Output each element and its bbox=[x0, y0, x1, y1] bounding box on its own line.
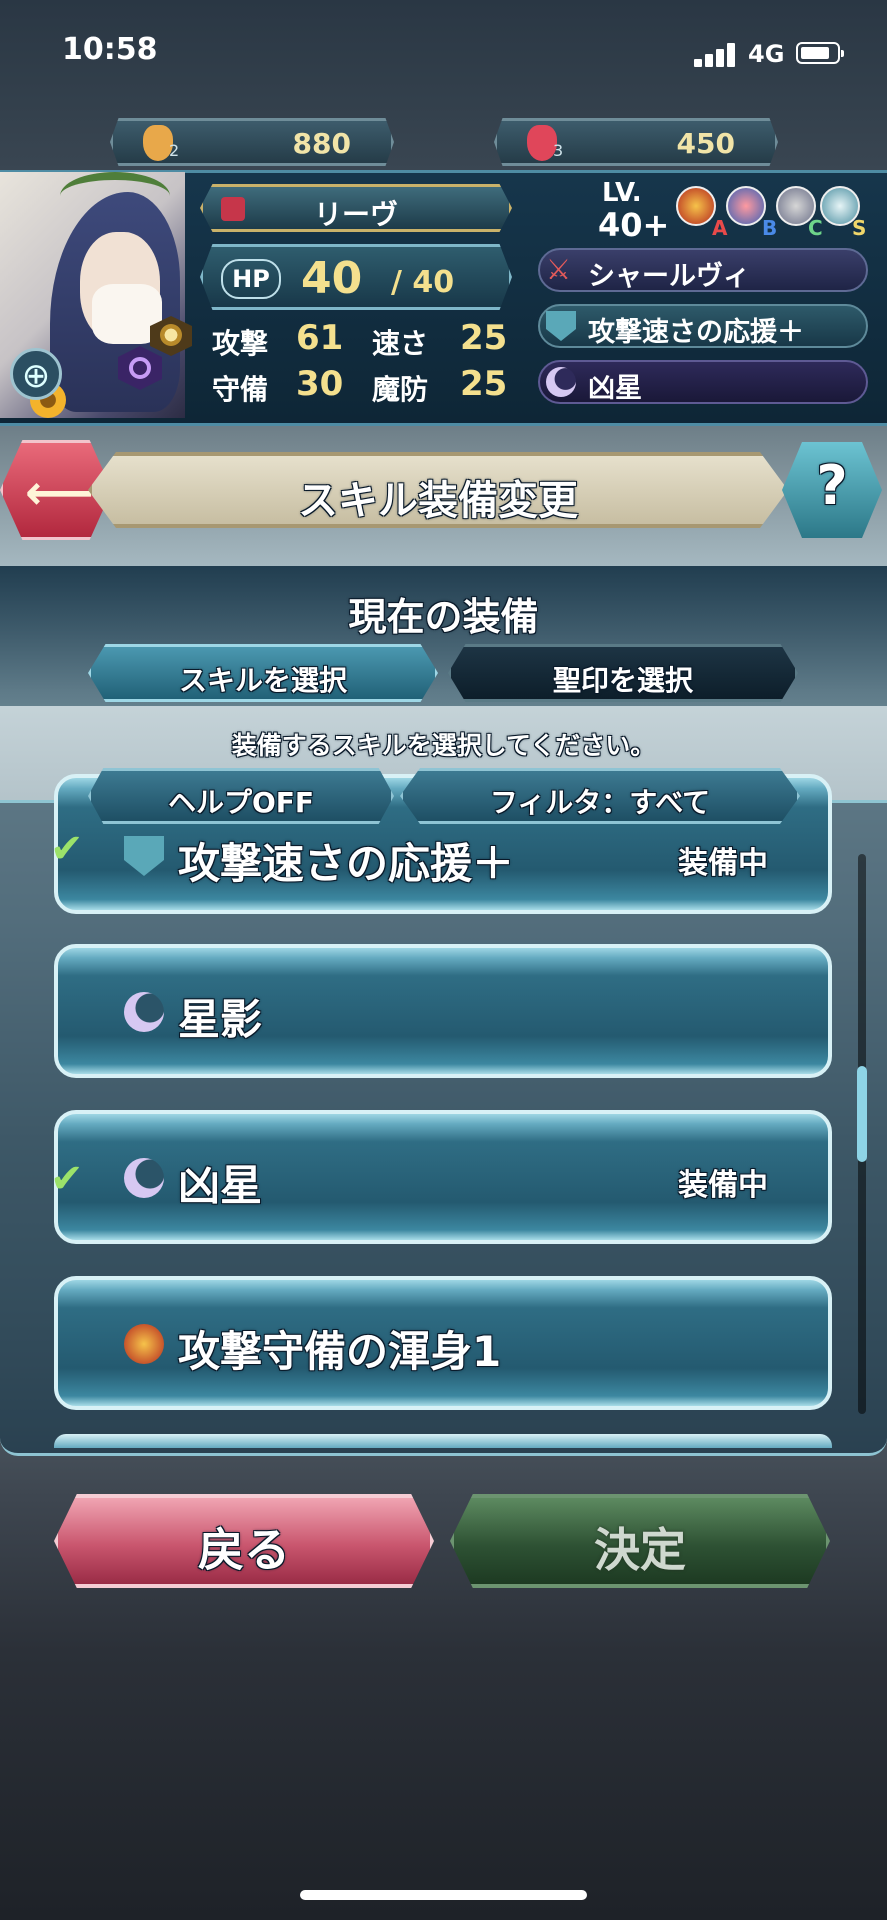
filter-button[interactable]: フィルタ：すべて bbox=[400, 768, 800, 824]
skill-slot-c: C bbox=[808, 216, 823, 240]
refine-counter: 3 450 bbox=[494, 118, 778, 166]
instruction-text: 装備するスキルを選択してください。 bbox=[231, 731, 656, 760]
help-toggle-label: ヘルプOFF bbox=[167, 786, 315, 819]
list-item[interactable]: 星影 bbox=[54, 944, 832, 1078]
equipped-skill-c: 攻撃速さの応援＋ bbox=[538, 304, 868, 348]
shield-icon bbox=[124, 836, 164, 876]
stat-label-def: 守備 bbox=[212, 373, 269, 406]
stat-label-spd: 速さ bbox=[372, 327, 429, 360]
filter-label: フィルタ：すべて bbox=[489, 786, 711, 819]
shield-icon bbox=[546, 311, 576, 341]
back-arrow-icon: ⟵ bbox=[25, 465, 94, 521]
level-label: LV. bbox=[602, 178, 642, 208]
tab-seal-select[interactable]: 聖印を選択 bbox=[448, 644, 798, 702]
skill-name: 星影 bbox=[178, 995, 263, 1044]
check-icon: ✔ bbox=[50, 1156, 84, 1202]
help-toggle-button[interactable]: ヘルプOFF bbox=[88, 768, 394, 824]
skill-slot-s: S bbox=[852, 216, 867, 240]
hp-current: 40 bbox=[301, 253, 363, 304]
stat-value-def: 30 bbox=[296, 364, 344, 404]
equipped-special: 凶星 bbox=[538, 360, 868, 404]
sword-icon: ⚔ bbox=[546, 253, 572, 286]
skill-slot-a: A bbox=[712, 216, 728, 240]
moon-icon bbox=[124, 992, 164, 1032]
equipped-skill-c-name: 攻撃速さの応援＋ bbox=[588, 317, 804, 348]
skill-slot-b: B bbox=[762, 216, 778, 240]
equipped-special-name: 凶星 bbox=[588, 373, 642, 404]
battery-icon bbox=[796, 42, 844, 64]
add-icon[interactable]: ⊕ bbox=[10, 348, 62, 400]
skill-a-icon bbox=[676, 186, 716, 226]
skill-name: 攻撃速さの応援＋ bbox=[178, 839, 515, 888]
tab-skill-label: スキルを選択 bbox=[178, 664, 347, 697]
stat-value-atk: 61 bbox=[296, 318, 344, 358]
panel-title: 現在の装備 bbox=[348, 595, 539, 639]
hero-name-plate: リーヴ bbox=[200, 184, 512, 232]
orb-tier: 2 bbox=[169, 141, 180, 160]
tab-seal-label: 聖印を選択 bbox=[552, 664, 693, 697]
network-label: 4G bbox=[748, 40, 785, 68]
refine-tier: 3 bbox=[553, 141, 564, 160]
equipped-status: 装備中 bbox=[678, 1168, 768, 1203]
moon-icon bbox=[546, 367, 576, 397]
equipped-weapon-name: シャールヴィ bbox=[588, 261, 750, 292]
hp-box: HP 40 / 40 bbox=[200, 244, 512, 310]
tab-skill-select[interactable]: スキルを選択 bbox=[88, 644, 438, 702]
equipped-status: 装備中 bbox=[678, 846, 768, 881]
stat-label-atk: 攻撃 bbox=[212, 327, 269, 360]
help-icon: ? bbox=[816, 454, 848, 517]
back-button[interactable]: 戻る bbox=[54, 1494, 434, 1588]
list-item-partial bbox=[54, 1434, 832, 1448]
check-icon: ✔ bbox=[50, 826, 84, 872]
hp-max: / 40 bbox=[391, 265, 455, 300]
status-time: 10:58 bbox=[62, 32, 158, 67]
orb-counter: 2 880 bbox=[110, 118, 394, 166]
skill-name: 攻撃守備の渾身1 bbox=[178, 1327, 502, 1376]
moon-icon bbox=[124, 1158, 164, 1198]
refine-count: 450 bbox=[676, 127, 735, 160]
hp-label: HP bbox=[221, 259, 281, 299]
stat-label-res: 魔防 bbox=[372, 373, 429, 406]
help-button[interactable]: ? bbox=[782, 442, 882, 538]
orb-count: 880 bbox=[292, 127, 351, 160]
confirm-button-label: 決定 bbox=[594, 1523, 686, 1577]
scroll-thumb[interactable] bbox=[857, 1066, 867, 1162]
title-bar: スキル装備変更 bbox=[88, 452, 788, 528]
stat-value-res: 25 bbox=[460, 364, 508, 404]
list-item[interactable]: 凶星 装備中 bbox=[54, 1110, 832, 1244]
skill-name: 凶星 bbox=[178, 1161, 263, 1210]
page-title: スキル装備変更 bbox=[298, 478, 578, 524]
skill-b-icon bbox=[726, 186, 766, 226]
confirm-button[interactable]: 決定 bbox=[450, 1494, 830, 1588]
home-indicator[interactable] bbox=[300, 1890, 587, 1900]
stat-value-spd: 25 bbox=[460, 318, 508, 358]
equipped-weapon: ⚔ シャールヴィ bbox=[538, 248, 868, 292]
signal-icon bbox=[694, 43, 738, 67]
list-item[interactable]: 攻撃守備の渾身1 bbox=[54, 1276, 832, 1410]
hero-name: リーヴ bbox=[313, 198, 398, 231]
level-value: 40+ bbox=[598, 206, 670, 244]
skill-a-icon bbox=[124, 1324, 164, 1364]
back-button-label: 戻る bbox=[198, 1523, 290, 1577]
